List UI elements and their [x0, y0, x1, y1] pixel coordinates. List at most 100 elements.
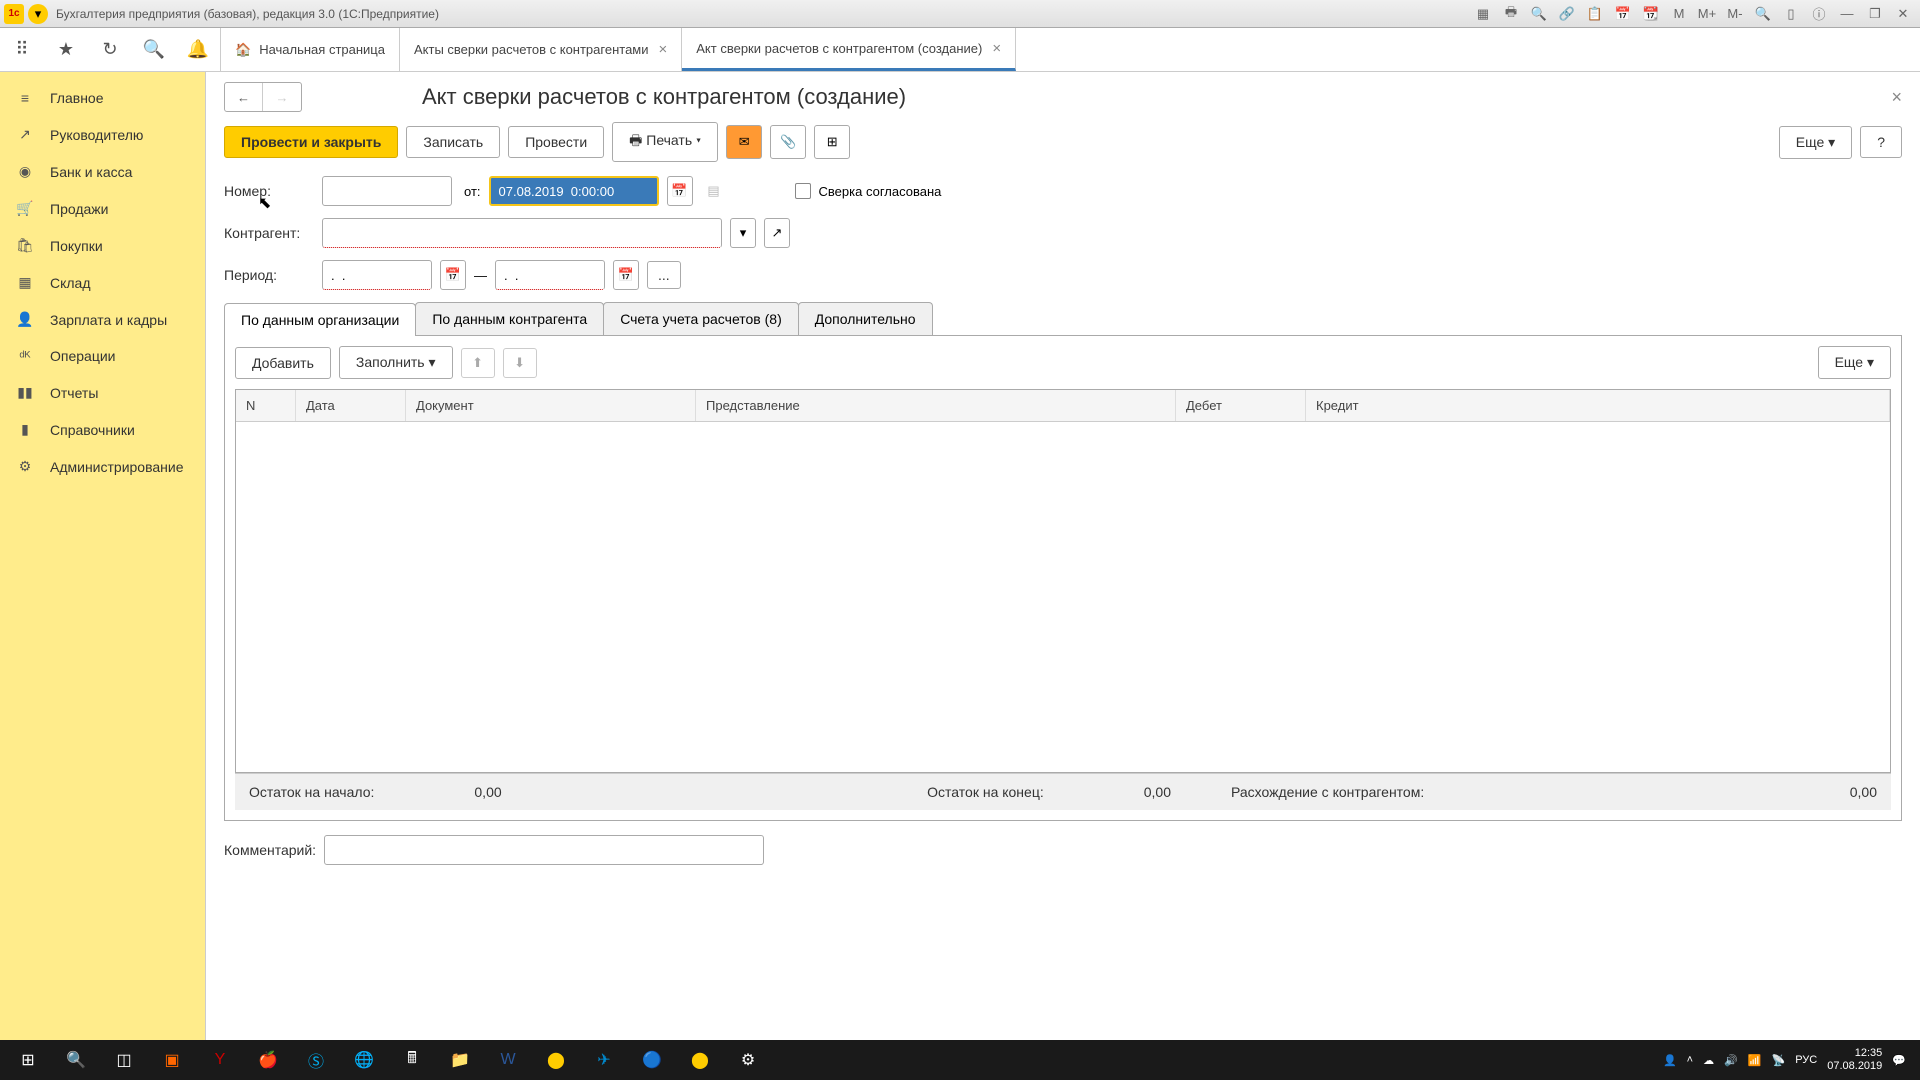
open-icon[interactable]: ↗	[764, 218, 790, 248]
tab-act-create[interactable]: Акт сверки расчетов с контрагентом (созд…	[682, 28, 1016, 71]
search-taskbar[interactable]: 🔍	[52, 1040, 100, 1080]
sidebar-manager[interactable]: ↗Руководителю	[0, 116, 205, 153]
comment-input[interactable]	[324, 835, 764, 865]
zoom-icon[interactable]: 🔍	[1750, 3, 1776, 25]
sidebar-reports[interactable]: ▮▮Отчеты	[0, 374, 205, 411]
tray-notifications-icon[interactable]: 💬	[1892, 1054, 1906, 1067]
date-picker-icon[interactable]: 📅	[667, 176, 693, 206]
tab-contr-data[interactable]: По данным контрагента	[415, 302, 604, 335]
period-select-button[interactable]: ...	[647, 261, 681, 289]
dropdown-icon[interactable]: ▾	[730, 218, 756, 248]
tab-close-icon[interactable]: ×	[992, 40, 1001, 57]
sidebar-admin[interactable]: ⚙Администрирование	[0, 448, 205, 485]
link-icon[interactable]: 🔗	[1554, 3, 1580, 25]
app-skype[interactable]: Ⓢ	[292, 1040, 340, 1080]
page-close[interactable]: ×	[1891, 87, 1902, 108]
grid-body[interactable]	[236, 422, 1890, 772]
nav-back[interactable]: ←	[225, 83, 263, 111]
tab-acts-list[interactable]: Акты сверки расчетов с контрагентами ×	[400, 28, 682, 71]
app-yandex[interactable]: Y	[196, 1040, 244, 1080]
post-close-button[interactable]: Провести и закрыть	[224, 126, 398, 158]
app-explorer[interactable]: 📁	[436, 1040, 484, 1080]
help-button[interactable]: ?	[1860, 126, 1902, 158]
m-icon[interactable]: M	[1666, 3, 1692, 25]
more-button[interactable]: Еще ▾	[1779, 126, 1852, 159]
app-1c-2[interactable]: ⬤	[676, 1040, 724, 1080]
app-tomato[interactable]: 🍎	[244, 1040, 292, 1080]
app-powerpoint[interactable]: ▣	[148, 1040, 196, 1080]
app-settings[interactable]: ⚙	[724, 1040, 772, 1080]
print-button[interactable]: 🖶 Печать ▾	[612, 122, 718, 162]
app-chrome[interactable]: 🔵	[628, 1040, 676, 1080]
tab-accounts[interactable]: Счета учета расчетов (8)	[603, 302, 799, 335]
tray-cloud-icon[interactable]: ☁	[1703, 1054, 1714, 1067]
move-down-button[interactable]: ⬇	[503, 348, 537, 378]
tray-people-icon[interactable]: 👤	[1663, 1054, 1677, 1067]
tray-network-icon[interactable]: 📡	[1772, 1054, 1786, 1067]
period-to-input[interactable]	[495, 260, 605, 290]
date-picker-icon[interactable]: 📅	[613, 260, 639, 290]
search-icon[interactable]: 🔍	[1526, 3, 1552, 25]
tray-up-icon[interactable]: ˄	[1687, 1054, 1693, 1066]
apps-icon[interactable]: ⠿	[0, 28, 44, 72]
col-repr[interactable]: Представление	[696, 390, 1176, 421]
col-debit[interactable]: Дебет	[1176, 390, 1306, 421]
col-credit[interactable]: Кредит	[1306, 390, 1890, 421]
tab-extra[interactable]: Дополнительно	[798, 302, 933, 335]
sidebar-sales[interactable]: 🛒Продажи	[0, 190, 205, 227]
sidebar-bank[interactable]: ◉Банк и касса	[0, 153, 205, 190]
counterparty-input[interactable]	[322, 218, 722, 248]
tab-org-data[interactable]: По данным организации	[224, 303, 416, 336]
fill-button[interactable]: Заполнить ▾	[339, 346, 453, 379]
sidebar-refs[interactable]: ▮Справочники	[0, 411, 205, 448]
sidebar-operations[interactable]: ᵈᴷОперации	[0, 338, 205, 374]
close-icon[interactable]: ✕	[1890, 3, 1916, 25]
sidebar-main[interactable]: ≡Главное	[0, 80, 205, 116]
star-icon[interactable]: ★	[44, 28, 88, 72]
col-date[interactable]: Дата	[296, 390, 406, 421]
app-word[interactable]: W	[484, 1040, 532, 1080]
m-minus-icon[interactable]: M-	[1722, 3, 1748, 25]
start-button[interactable]: ⊞	[4, 1040, 52, 1080]
taskview-icon[interactable]: ◫	[100, 1040, 148, 1080]
tab-close-icon[interactable]: ×	[659, 41, 668, 58]
tab-home[interactable]: 🏠 Начальная страница	[220, 28, 400, 71]
number-input[interactable]	[322, 176, 452, 206]
col-n[interactable]: N	[236, 390, 296, 421]
search-icon[interactable]: 🔍	[132, 28, 176, 72]
app-browser[interactable]: 🌐	[340, 1040, 388, 1080]
tray-volume-icon[interactable]: 🔊	[1724, 1054, 1738, 1067]
date-input[interactable]	[489, 176, 659, 206]
minimize-icon[interactable]: —	[1834, 3, 1860, 25]
clipboard-icon[interactable]: 📋	[1582, 3, 1608, 25]
grid-more-button[interactable]: Еще ▾	[1818, 346, 1891, 379]
app-calculator[interactable]: 🖩	[388, 1040, 436, 1080]
tray-lang[interactable]: РУС	[1795, 1054, 1817, 1066]
panel-icon[interactable]: ▯	[1778, 3, 1804, 25]
app-telegram[interactable]: ✈	[580, 1040, 628, 1080]
save-button[interactable]: Записать	[406, 126, 500, 158]
calendar-icon[interactable]: 📅	[1610, 3, 1636, 25]
post-button[interactable]: Провести	[508, 126, 604, 158]
calendar-list-icon[interactable]: ▤	[701, 176, 727, 206]
move-up-button[interactable]: ⬆	[461, 348, 495, 378]
tray-wifi-icon[interactable]: 📶	[1748, 1054, 1762, 1067]
col-doc[interactable]: Документ	[406, 390, 696, 421]
period-from-input[interactable]	[322, 260, 432, 290]
tool-icon[interactable]: ▦	[1470, 3, 1496, 25]
nav-forward[interactable]: →	[263, 83, 301, 111]
bell-icon[interactable]: 🔔	[176, 28, 220, 72]
reconciled-checkbox[interactable]	[795, 183, 811, 199]
dropdown-icon[interactable]: ▾	[28, 4, 48, 24]
tray-clock[interactable]: 12:35 07.08.2019	[1827, 1047, 1882, 1073]
calendar2-icon[interactable]: 📆	[1638, 3, 1664, 25]
mail-button[interactable]: ✉	[726, 125, 762, 159]
sidebar-purchases[interactable]: 🛍Покупки	[0, 227, 205, 264]
sidebar-warehouse[interactable]: ▦Склад	[0, 264, 205, 301]
print-icon[interactable]: 🖶	[1498, 3, 1524, 25]
add-button[interactable]: Добавить	[235, 347, 331, 379]
app-1c[interactable]: ⬤	[532, 1040, 580, 1080]
date-picker-icon[interactable]: 📅	[440, 260, 466, 290]
sidebar-salary[interactable]: 👤Зарплата и кадры	[0, 301, 205, 338]
maximize-icon[interactable]: ❐	[1862, 3, 1888, 25]
